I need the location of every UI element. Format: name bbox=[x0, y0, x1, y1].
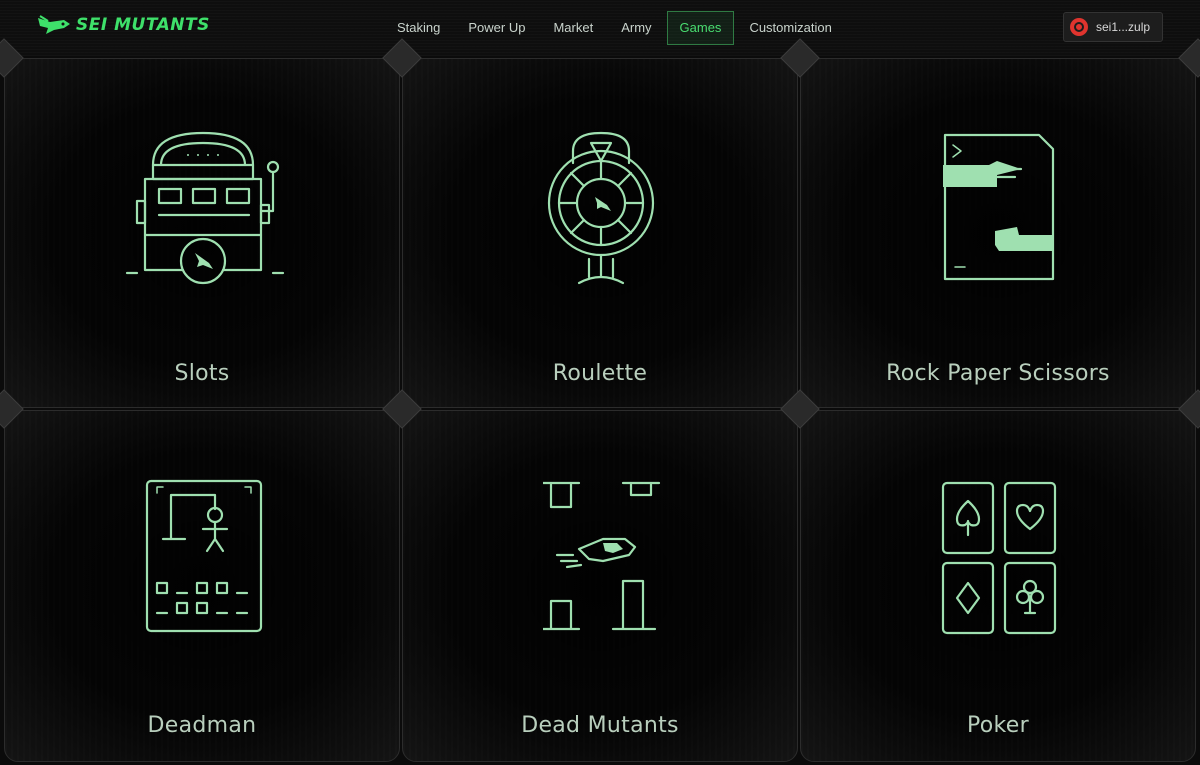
hangman-icon bbox=[145, 479, 263, 633]
game-card-roulette[interactable]: Roulette bbox=[402, 58, 798, 408]
flappy-pipes-icon bbox=[543, 481, 661, 631]
game-card-poker[interactable]: Poker bbox=[800, 410, 1196, 762]
brand-name: SEI MUTANTS bbox=[76, 15, 210, 35]
games-grid: Slots Roulette Rock Paper Scissors Deadm… bbox=[0, 38, 1200, 765]
nav-staking[interactable]: Staking bbox=[384, 11, 453, 45]
nav-market[interactable]: Market bbox=[540, 11, 606, 45]
nav-games[interactable]: Games bbox=[666, 11, 735, 45]
nav-power-up[interactable]: Power Up bbox=[455, 11, 538, 45]
nav-army[interactable]: Army bbox=[608, 11, 664, 45]
game-title: Poker bbox=[967, 713, 1029, 738]
game-title: Slots bbox=[174, 361, 230, 386]
game-card-rock-paper-scissors[interactable]: Rock Paper Scissors bbox=[800, 58, 1196, 408]
playing-cards-icon bbox=[941, 481, 1057, 635]
mutant-logo-icon bbox=[38, 15, 70, 34]
sei-wallet-icon bbox=[1070, 18, 1088, 36]
top-navigation-bar: SEI MUTANTS Staking Power Up Market Army… bbox=[0, 0, 1200, 56]
main-nav: Staking Power Up Market Army Games Custo… bbox=[384, 11, 847, 45]
roulette-wheel-icon bbox=[547, 131, 655, 285]
game-card-deadman[interactable]: Deadman bbox=[4, 410, 400, 762]
wallet-button[interactable]: sei1...zulp bbox=[1063, 12, 1163, 42]
game-card-slots[interactable]: Slots bbox=[4, 58, 400, 408]
game-title: Deadman bbox=[147, 713, 257, 738]
game-title: Dead Mutants bbox=[521, 713, 679, 738]
slot-machine-icon bbox=[125, 131, 285, 285]
game-title: Rock Paper Scissors bbox=[886, 361, 1110, 386]
brand-logo[interactable]: SEI MUTANTS bbox=[36, 10, 210, 40]
game-title: Roulette bbox=[552, 361, 648, 386]
wallet-address: sei1...zulp bbox=[1096, 20, 1151, 34]
game-card-dead-mutants[interactable]: Dead Mutants bbox=[402, 410, 798, 762]
rock-paper-scissors-icon bbox=[943, 133, 1055, 281]
nav-customization[interactable]: Customization bbox=[736, 11, 844, 45]
